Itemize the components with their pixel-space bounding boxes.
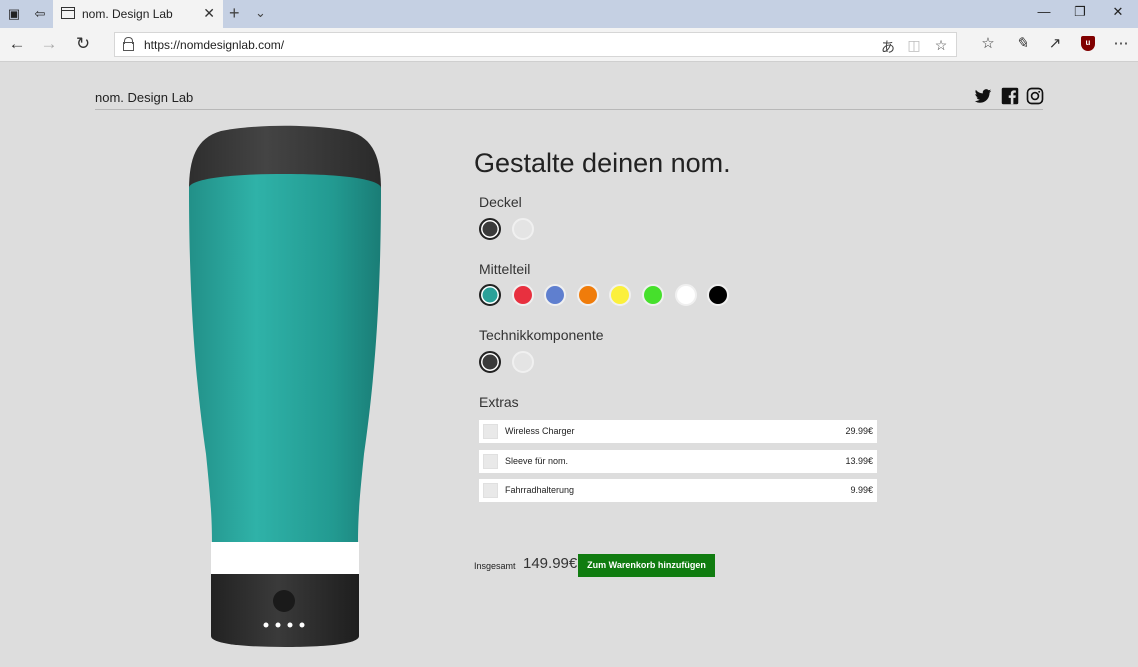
twitter-icon[interactable] [974,87,992,105]
extra-checkbox[interactable] [483,454,498,469]
extra-name: Fahrradhalterung [505,485,575,495]
cup-body [189,174,381,544]
color-swatch[interactable] [479,218,501,240]
cup-ring [211,542,359,574]
extra-price: 13.99€ [845,456,873,466]
new-tab-icon[interactable]: + [229,3,240,24]
extras-label: Extras [479,394,519,410]
browser-toolbar: ← → ↻ https://nomdesignlab.com/ あ ◫ ☆ ☆ … [0,28,1138,62]
site-header: nom. Design Lab [95,86,1044,110]
page-icon [61,7,75,19]
site-title[interactable]: nom. Design Lab [95,90,193,105]
favorites-list-icon[interactable]: ☆ [978,34,998,52]
ublock-extension-icon[interactable]: u [1081,36,1095,51]
power-button-icon [273,590,295,612]
pen-icon[interactable]: ✎ [1012,34,1032,52]
restore-icon[interactable]: ❐ [1070,4,1090,20]
color-swatch[interactable] [511,284,534,306]
share-icon[interactable]: ↗ [1045,34,1065,52]
extra-name: Sleeve für nom. [505,456,569,466]
close-window-icon[interactable]: ✕ [1108,4,1128,20]
facebook-icon[interactable] [1001,87,1019,105]
color-swatch[interactable] [479,284,501,306]
more-menu-icon[interactable]: ⋯ [1111,34,1131,52]
browser-tab-bar: ▣ ⇦ nom. Design Lab ✕ + ⌄ — ❐ ✕ [0,0,1138,28]
color-swatch[interactable] [576,284,599,306]
tab-actions-icon[interactable]: ▣ [6,6,22,22]
color-swatch[interactable] [511,218,534,240]
lock-icon [123,37,134,51]
minimize-icon[interactable]: — [1034,4,1054,19]
add-to-cart-button[interactable]: Zum Warenkorb hinzufügen [578,554,715,577]
color-swatch[interactable] [642,284,664,306]
translate-icon[interactable]: あ [879,37,897,57]
mittelteil-label: Mittelteil [479,261,531,277]
deckel-label: Deckel [479,194,522,210]
color-swatch[interactable] [479,351,501,373]
browser-tab[interactable]: nom. Design Lab ✕ [53,0,223,28]
refresh-icon[interactable]: ↻ [72,34,94,54]
color-swatch[interactable] [511,351,534,373]
product-preview [189,125,381,647]
extra-checkbox[interactable] [483,424,498,439]
extra-item-fahrradhalterung[interactable]: Fahrradhalterung 9.99€ [479,479,877,502]
tab-title: nom. Design Lab [82,7,173,21]
color-swatch[interactable] [609,284,632,306]
favorite-star-icon[interactable]: ☆ [932,37,950,54]
extra-checkbox[interactable] [483,483,498,498]
total-row: Insgesamt 149.99€ Zum Warenkorb hinzufüg… [474,554,874,578]
extra-name: Wireless Charger [505,426,575,436]
url-text[interactable]: https://nomdesignlab.com/ [144,38,284,52]
reading-view-icon[interactable]: ◫ [905,37,923,54]
close-tab-icon[interactable]: ✕ [203,5,215,22]
color-swatch[interactable] [544,284,567,306]
set-aside-tabs-icon[interactable]: ⇦ [32,6,48,22]
back-icon[interactable]: ← [6,34,28,54]
extra-price: 29.99€ [845,426,873,436]
total-label: Insgesamt [474,561,516,571]
color-swatch[interactable] [674,284,697,306]
tab-list-chevron-icon[interactable]: ⌄ [255,5,266,21]
address-bar[interactable]: https://nomdesignlab.com/ あ ◫ ☆ [114,32,957,57]
extra-item-wireless-charger[interactable]: Wireless Charger 29.99€ [479,420,877,443]
extra-item-sleeve[interactable]: Sleeve für nom. 13.99€ [479,450,877,473]
total-price: 149.99€ [523,555,578,572]
technik-label: Technikkomponente [479,327,604,343]
page-title: Gestalte deinen nom. [474,148,731,178]
instagram-icon[interactable] [1026,87,1044,105]
color-swatch[interactable] [707,284,730,306]
extra-price: 9.99€ [850,485,873,495]
forward-icon[interactable]: → [38,34,60,54]
